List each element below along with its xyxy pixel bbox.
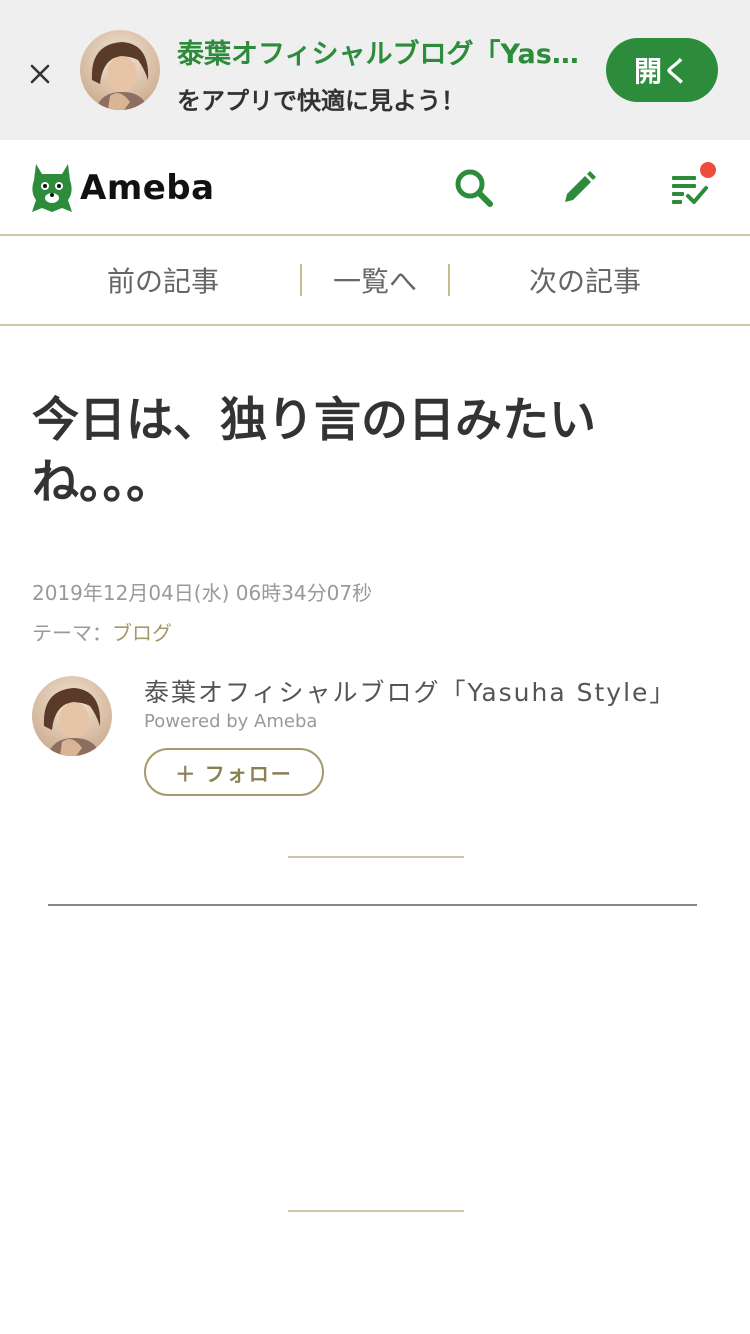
logo-text: Ameba [80,168,215,208]
site-header: Ameba [0,140,750,236]
theme-prefix: テーマ： [32,621,112,645]
banner-title: 泰葉オフィシャルブログ「Yasuha Style」 [177,39,597,70]
banner-avatar [80,30,160,110]
nav-divider [448,264,450,296]
ameba-logo[interactable]: Ameba [30,160,215,216]
theme-link[interactable]: ブログ [112,621,172,645]
ameba-mascot-icon [32,164,72,212]
open-app-button[interactable]: 開く [606,38,718,102]
next-article-link[interactable]: 次の記事 [482,236,688,324]
avatar[interactable] [32,676,112,756]
powered-by: Powered by Ameba [144,711,318,732]
article-nav: 前の記事 一覧へ 次の記事 [0,236,750,326]
article-list-link[interactable]: 一覧へ [310,236,440,324]
banner-subtitle: をアプリで快適に見よう！ [177,87,465,115]
entry-title: 今日は、独り言の日みたいね。。。 [32,393,596,510]
divider [48,904,697,906]
app-banner: 泰葉オフィシャルブログ「Yasuha Style」 をアプリで快適に見よう！ 開… [0,0,750,140]
prev-article-link[interactable]: 前の記事 [60,236,266,324]
follow-button[interactable]: ＋ フォロー [144,748,324,796]
pencil-icon[interactable] [557,166,601,210]
notification-badge [700,162,716,178]
close-icon[interactable] [22,56,58,92]
search-icon[interactable] [452,166,496,210]
entry-date: 2019年12月04日(水) 06時34分07秒 [32,581,373,605]
divider [288,856,464,858]
entry-theme: テーマ：ブログ [32,617,172,646]
divider [288,1210,464,1212]
blog-name-link[interactable]: 泰葉オフィシャルブログ「Yasuha Style」 [144,673,676,709]
nav-divider [300,264,302,296]
checklist-icon[interactable] [668,162,716,210]
